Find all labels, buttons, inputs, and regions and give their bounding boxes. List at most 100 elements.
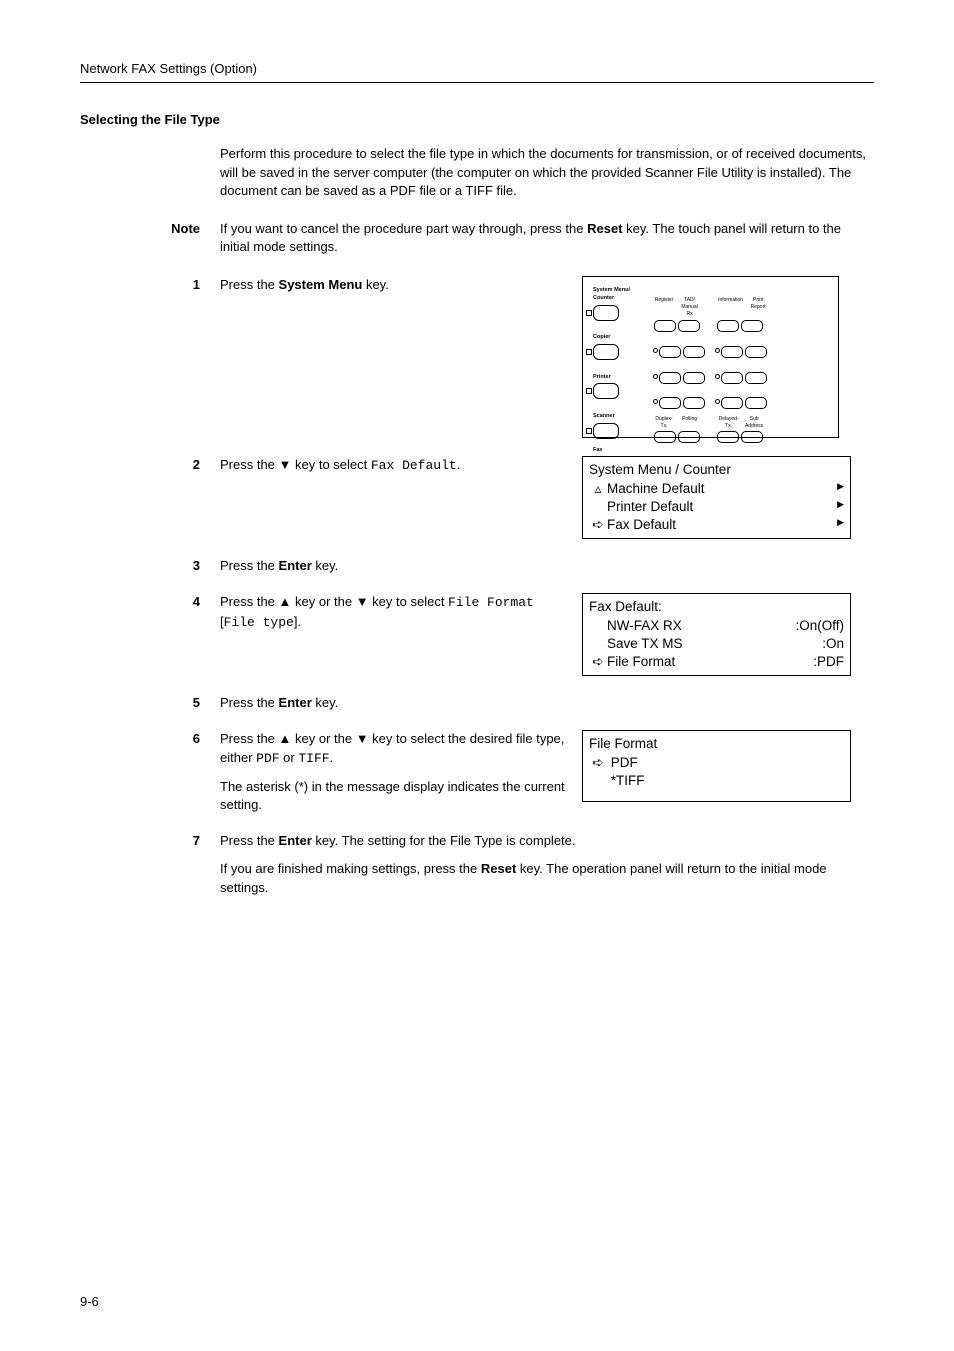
t: key. (362, 277, 389, 292)
step-text: Press the Enter key. (220, 557, 874, 575)
lcd-item: NW-FAX RX (607, 618, 682, 633)
lcd-item: Save TX MS (607, 636, 683, 651)
submenu-icon: ▶ (837, 516, 844, 534)
step-2: 2 Press the ▼ key to select Fax Default.… (80, 456, 874, 539)
panel-top-label: Information (718, 297, 744, 304)
key-name: Enter (279, 833, 312, 848)
step-7: 7 Press the Enter key. The setting for t… (80, 832, 874, 897)
step-number: 4 (80, 593, 220, 611)
panel-oval-button-icon (683, 346, 705, 358)
led-icon (715, 399, 720, 404)
t: Press the (220, 833, 279, 848)
intro-paragraph: Perform this procedure to select the fil… (220, 145, 874, 200)
mono: PDF (256, 751, 279, 766)
panel-label: System Menu/ Counter (593, 287, 643, 302)
mono: TIFF (298, 751, 329, 766)
key-name: Enter (279, 695, 312, 710)
panel-oval-button-icon (721, 372, 743, 384)
step-4: 4 Press the ▲ key or the ▼ key to select… (80, 593, 874, 676)
t: key. (312, 695, 339, 710)
cursor-icon: ➪ (589, 653, 607, 671)
step-text: Press the Enter key. The setting for the… (220, 832, 874, 897)
panel-oval-button-icon (717, 320, 739, 332)
step6-p2: The asterisk (*) in the message display … (220, 778, 570, 814)
panel-bot-label: Delayed- Tx. (718, 416, 740, 430)
step-number: 3 (80, 557, 220, 575)
step-text: Press the System Menu key. (220, 276, 582, 294)
panel-oval-button-icon (745, 372, 767, 384)
step-number: 6 (80, 730, 220, 748)
panel-label: Fax (593, 447, 643, 455)
panel-oval-button-icon (721, 346, 743, 358)
step-6: 6 Press the ▲ key or the ▼ key to select… (80, 730, 874, 814)
panel-oval-button-icon (741, 320, 763, 332)
led-icon (653, 348, 658, 353)
printer-button-icon (593, 383, 619, 399)
panel-label: Copier (593, 334, 643, 342)
mono: File type (224, 615, 294, 630)
panel-oval-button-icon (717, 431, 739, 443)
panel-oval-button-icon (659, 397, 681, 409)
led-icon (715, 348, 720, 353)
step-text: Press the ▲ key or the ▼ key to select t… (220, 730, 582, 814)
t: ]. (294, 614, 301, 629)
t: Press the ▼ key to select (220, 457, 371, 472)
lcd-item: Machine Default (607, 481, 705, 496)
lcd-title: Fax Default: (589, 598, 844, 616)
submenu-icon: ▶ (837, 480, 844, 498)
panel-top-label: TAD/ Manual Rx (679, 297, 701, 318)
t: or (280, 750, 299, 765)
scanner-button-icon (593, 423, 619, 439)
step-5: 5 Press the Enter key. (80, 694, 874, 712)
t: Press the (220, 277, 279, 292)
led-icon (653, 399, 658, 404)
note-block: Note If you want to cancel the procedure… (80, 220, 874, 256)
lcd-title: System Menu / Counter (589, 461, 844, 479)
submenu-icon: ▶ (837, 498, 844, 516)
lcd-value: :On (822, 635, 844, 653)
t: . (457, 457, 461, 472)
t: . (330, 750, 334, 765)
lcd-figure: Fax Default: NW-FAX RX :On(Off) Save TX M… (582, 593, 851, 676)
lcd-title: File Format (589, 735, 844, 753)
panel-oval-button-icon (654, 320, 676, 332)
panel-oval-button-icon (745, 346, 767, 358)
t: key. (312, 558, 339, 573)
note-t1: If you want to cancel the procedure part… (220, 221, 587, 236)
lcd-item: File Format (607, 654, 675, 669)
panel-oval-button-icon (659, 372, 681, 384)
t: If you are finished making settings, pre… (220, 861, 481, 876)
panel-oval-button-icon (741, 431, 763, 443)
t: Press the ▲ key or the ▼ key to select (220, 594, 448, 609)
note-label: Note (80, 220, 220, 256)
step-number: 7 (80, 832, 220, 850)
key-name: System Menu (279, 277, 363, 292)
step-number: 2 (80, 456, 220, 474)
lcd-figure: File Format ➪ PDF *TIFF (582, 730, 851, 802)
panel-oval-button-icon (659, 346, 681, 358)
page-number: 9-6 (80, 1293, 99, 1311)
panel-label: Printer (593, 374, 643, 382)
step-1: 1 Press the System Menu key. System Menu… (80, 276, 874, 438)
panel-oval-button-icon (683, 372, 705, 384)
panel-top-label: Print Report (747, 297, 769, 311)
lcd-figure: System Menu / Counter ▵Machine Default▶ … (582, 456, 851, 539)
led-icon (715, 374, 720, 379)
t: Press the (220, 695, 279, 710)
panel-bot-label: Duplex- Tx. (653, 416, 675, 430)
lcd-item: Printer Default (607, 499, 693, 514)
step-number: 5 (80, 694, 220, 712)
lcd-item: Fax Default (607, 517, 676, 532)
lcd-item: PDF (611, 755, 638, 770)
step-text: Press the Enter key. (220, 694, 874, 712)
lcd-value: :PDF (813, 653, 844, 671)
panel-top-label: Register (653, 297, 675, 304)
mono: Fax Default (371, 458, 457, 473)
step-text: Press the ▼ key to select Fax Default. (220, 456, 582, 475)
panel-bot-label: Polling (679, 416, 701, 423)
note-text: If you want to cancel the procedure part… (220, 220, 874, 256)
panel-oval-button-icon (654, 431, 676, 443)
lcd-item: *TIFF (611, 773, 645, 788)
panel-label: Scanner (593, 413, 643, 421)
lcd-value: :On(Off) (795, 617, 844, 635)
